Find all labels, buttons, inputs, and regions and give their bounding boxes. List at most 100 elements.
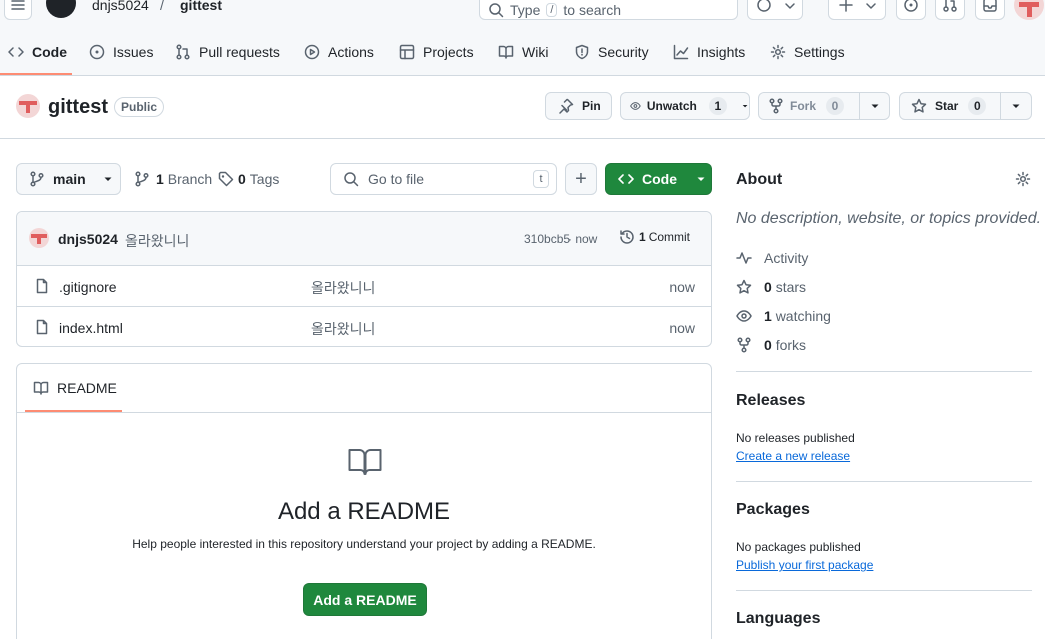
tag-icon — [218, 171, 234, 187]
commit-time: · now — [568, 232, 598, 246]
publish-package-link[interactable]: Publish your first package — [736, 558, 873, 572]
tab-pull-requests[interactable]: Pull requests — [175, 28, 280, 76]
repo-owner-avatar[interactable] — [16, 94, 40, 118]
tab-projects[interactable]: Projects — [399, 28, 474, 76]
file-commit-message[interactable]: 올라왔니니 — [311, 278, 375, 298]
add-readme-button[interactable]: Add a README — [303, 583, 427, 616]
user-avatar[interactable] — [1014, 0, 1044, 20]
search-placeholder-pre: Type — [510, 2, 541, 18]
fork-count: 0 — [826, 97, 845, 115]
gear-icon[interactable] — [1015, 171, 1031, 187]
global-search-input[interactable]: Type / to search — [479, 0, 738, 20]
languages-heading: Languages — [736, 610, 821, 627]
book-icon — [33, 381, 49, 395]
hamburger-icon — [11, 0, 25, 10]
copilot-button[interactable] — [747, 0, 803, 20]
chevron-down-icon[interactable] — [869, 100, 881, 112]
about-description: No description, website, or topics provi… — [736, 210, 1042, 227]
create-new-button[interactable] — [828, 0, 886, 20]
menu-button[interactable] — [4, 0, 32, 20]
stars-label: stars — [775, 279, 807, 295]
star-icon — [736, 279, 752, 294]
stars-link[interactable]: 0 stars — [736, 279, 806, 295]
eye-icon — [630, 102, 641, 110]
issues-global-button[interactable] — [896, 0, 926, 20]
fork-icon — [737, 337, 751, 353]
branches-count: 1 — [156, 171, 164, 187]
commit-author[interactable]: dnjs5024 — [58, 231, 118, 247]
forks-link[interactable]: 0 forks — [736, 337, 806, 353]
tab-label: Issues — [113, 44, 154, 60]
chevron-down-icon[interactable] — [1010, 100, 1022, 112]
branches-label: Branch — [167, 171, 213, 187]
pulse-icon — [736, 252, 752, 264]
tab-issues[interactable]: Issues — [89, 28, 153, 76]
activity-link[interactable]: Activity — [736, 250, 808, 266]
file-name[interactable]: .gitignore — [59, 279, 117, 295]
sidebar-divider — [736, 481, 1032, 482]
packages-heading[interactable]: Packages — [736, 501, 810, 519]
readme-tab[interactable]: README — [33, 380, 117, 396]
watching-link[interactable]: 1 watching — [736, 308, 831, 324]
tab-security[interactable]: Security — [574, 28, 649, 76]
commit-hash[interactable]: 310bcb5 — [524, 232, 570, 246]
search-icon — [489, 3, 504, 18]
star-count: 0 — [968, 97, 987, 115]
breadcrumb-repo[interactable]: gittest — [180, 0, 222, 13]
readme-description: Help people interested in this repositor… — [132, 537, 596, 551]
pin-button[interactable]: Pin — [545, 92, 612, 120]
visibility-badge: Public — [114, 97, 165, 117]
book-icon — [498, 45, 514, 59]
tab-label: Wiki — [522, 44, 549, 60]
file-name[interactable]: index.html — [59, 320, 123, 336]
star-button[interactable]: Star 0 — [899, 92, 1032, 120]
tab-label: Projects — [423, 44, 474, 60]
history-icon — [620, 230, 634, 244]
active-tab-indicator — [0, 73, 72, 75]
code-icon — [618, 174, 634, 184]
tags-link[interactable]: 0 Tags — [218, 171, 279, 187]
file-commit-message[interactable]: 올라왔니니 — [311, 319, 375, 339]
repo-nav: Code Issues Pull requests Actions Projec… — [0, 28, 1045, 76]
commits-history-link[interactable]: 1 Commit — [619, 229, 690, 245]
breadcrumb-owner[interactable]: dnjs5024 — [92, 0, 149, 13]
unwatch-button[interactable]: Unwatch 1 — [620, 92, 750, 120]
activity-label: Activity — [764, 250, 809, 266]
chevron-down-icon — [104, 177, 112, 181]
fork-button[interactable]: Fork 0 — [758, 92, 890, 120]
play-icon — [304, 44, 320, 60]
tab-label: Actions — [328, 44, 374, 60]
releases-heading[interactable]: Releases — [736, 392, 805, 410]
branch-selector[interactable]: main — [16, 163, 121, 195]
tab-code[interactable]: Code — [8, 28, 67, 76]
tab-wiki[interactable]: Wiki — [498, 28, 548, 76]
tab-actions[interactable]: Actions — [304, 28, 374, 76]
watching-label: watching — [775, 308, 831, 324]
file-time: now — [669, 320, 695, 336]
create-release-link[interactable]: Create a new release — [736, 449, 850, 463]
commit-author-avatar[interactable] — [29, 228, 49, 248]
go-to-file-placeholder: Go to file — [368, 171, 425, 187]
chevron-down-icon — [697, 177, 705, 181]
commit-message[interactable]: 올라왔니니 — [125, 231, 189, 251]
pull-requests-global-button[interactable] — [935, 0, 965, 20]
readme-box: README Add a README Help people interest… — [16, 363, 712, 639]
code-dropdown-button[interactable]: Code — [605, 163, 712, 195]
copilot-icon — [757, 0, 795, 12]
file-icon — [36, 319, 48, 335]
branches-link[interactable]: 1 Branch — [134, 171, 212, 187]
tab-settings[interactable]: Settings — [770, 28, 845, 76]
global-header: dnjs5024 / gittest Type / to search — [0, 0, 1045, 28]
repo-name[interactable]: gittest — [48, 96, 108, 119]
branch-icon — [135, 171, 149, 187]
go-to-file-input[interactable]: Go to file t — [330, 163, 557, 195]
chevron-down-icon[interactable] — [741, 100, 749, 112]
issue-icon — [89, 44, 105, 60]
tab-insights[interactable]: Insights — [673, 28, 745, 76]
tags-count: 0 — [238, 171, 246, 187]
book-icon — [348, 449, 382, 475]
inbox-button[interactable] — [975, 0, 1005, 20]
github-logo[interactable] — [46, 0, 76, 18]
releases-empty-text: No releases published — [736, 431, 855, 445]
add-file-button[interactable]: + — [565, 163, 597, 195]
